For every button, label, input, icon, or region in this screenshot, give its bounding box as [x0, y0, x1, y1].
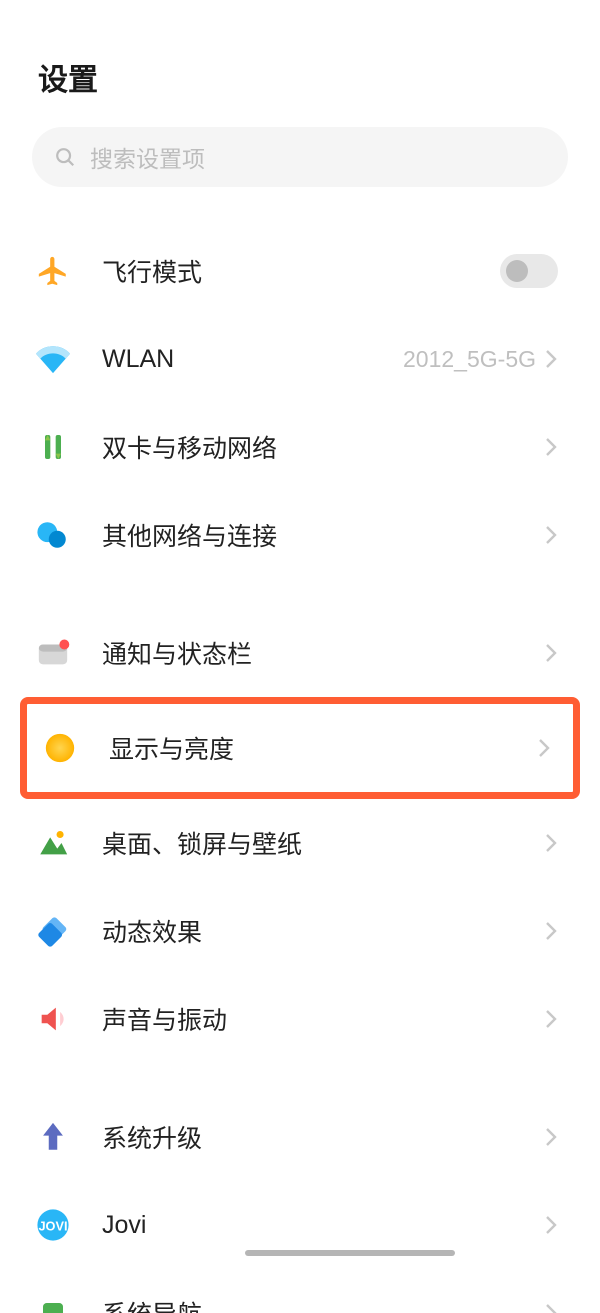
- chevron-right-icon: [544, 831, 558, 855]
- svg-text:JOVI: JOVI: [38, 1219, 67, 1234]
- toggle-off[interactable]: [500, 254, 558, 288]
- airplane-icon: [36, 254, 70, 288]
- chevron-right-icon: [537, 736, 551, 760]
- row-label: 飞行模式: [102, 253, 500, 289]
- row-label: 通知与状态栏: [102, 635, 544, 671]
- connection-icon: [36, 518, 70, 552]
- wifi-icon: [36, 342, 70, 376]
- setting-row-display[interactable]: 显示与亮度: [27, 704, 573, 792]
- setting-row-update[interactable]: 系统升级: [0, 1093, 600, 1181]
- row-label: 桌面、锁屏与壁纸: [102, 825, 544, 861]
- row-label: 其他网络与连接: [102, 517, 544, 553]
- setting-row-wlan[interactable]: WLAN 2012_5G-5G: [0, 315, 600, 403]
- chevron-right-icon: [544, 1125, 558, 1149]
- brightness-icon: [43, 731, 77, 765]
- motion-icon: [36, 914, 70, 948]
- jovi-icon: JOVI: [36, 1208, 70, 1242]
- setting-row-wallpaper[interactable]: 桌面、锁屏与壁纸: [0, 799, 600, 887]
- setting-row-nav[interactable]: 系统导航: [0, 1269, 600, 1313]
- home-indicator: [245, 1250, 455, 1256]
- row-label: 双卡与移动网络: [102, 429, 544, 465]
- row-value: 2012_5G-5G: [403, 346, 536, 373]
- sound-icon: [36, 1002, 70, 1036]
- chevron-right-icon: [544, 1301, 558, 1313]
- page-title: 设置: [0, 0, 600, 99]
- row-label: 系统导航: [102, 1295, 544, 1313]
- setting-row-motion[interactable]: 动态效果: [0, 887, 600, 975]
- chevron-right-icon: [544, 1213, 558, 1237]
- setting-row-airplane[interactable]: 飞行模式: [0, 227, 600, 315]
- notification-icon: [36, 636, 70, 670]
- chevron-right-icon: [544, 523, 558, 547]
- chevron-right-icon: [544, 435, 558, 459]
- chevron-right-icon: [544, 919, 558, 943]
- search-input[interactable]: 搜索设置项: [32, 127, 568, 187]
- row-label: 动态效果: [102, 913, 544, 949]
- wallpaper-icon: [36, 826, 70, 860]
- highlight-box: 显示与亮度: [20, 697, 580, 799]
- row-label: 声音与振动: [102, 1001, 544, 1037]
- chevron-right-icon: [544, 641, 558, 665]
- row-label: Jovi: [102, 1211, 544, 1240]
- setting-row-notif[interactable]: 通知与状态栏: [0, 609, 600, 697]
- update-icon: [36, 1120, 70, 1154]
- nav-icon: [36, 1296, 70, 1313]
- search-placeholder: 搜索设置项: [90, 140, 205, 174]
- row-label: WLAN: [102, 345, 403, 374]
- search-icon: [54, 146, 76, 168]
- setting-row-network[interactable]: 其他网络与连接: [0, 491, 600, 579]
- setting-row-sim[interactable]: 双卡与移动网络: [0, 403, 600, 491]
- setting-row-sound[interactable]: 声音与振动: [0, 975, 600, 1063]
- chevron-right-icon: [544, 1007, 558, 1031]
- row-label: 显示与亮度: [109, 730, 537, 766]
- sim-icon: [36, 430, 70, 464]
- chevron-right-icon: [544, 347, 558, 371]
- row-label: 系统升级: [102, 1119, 544, 1155]
